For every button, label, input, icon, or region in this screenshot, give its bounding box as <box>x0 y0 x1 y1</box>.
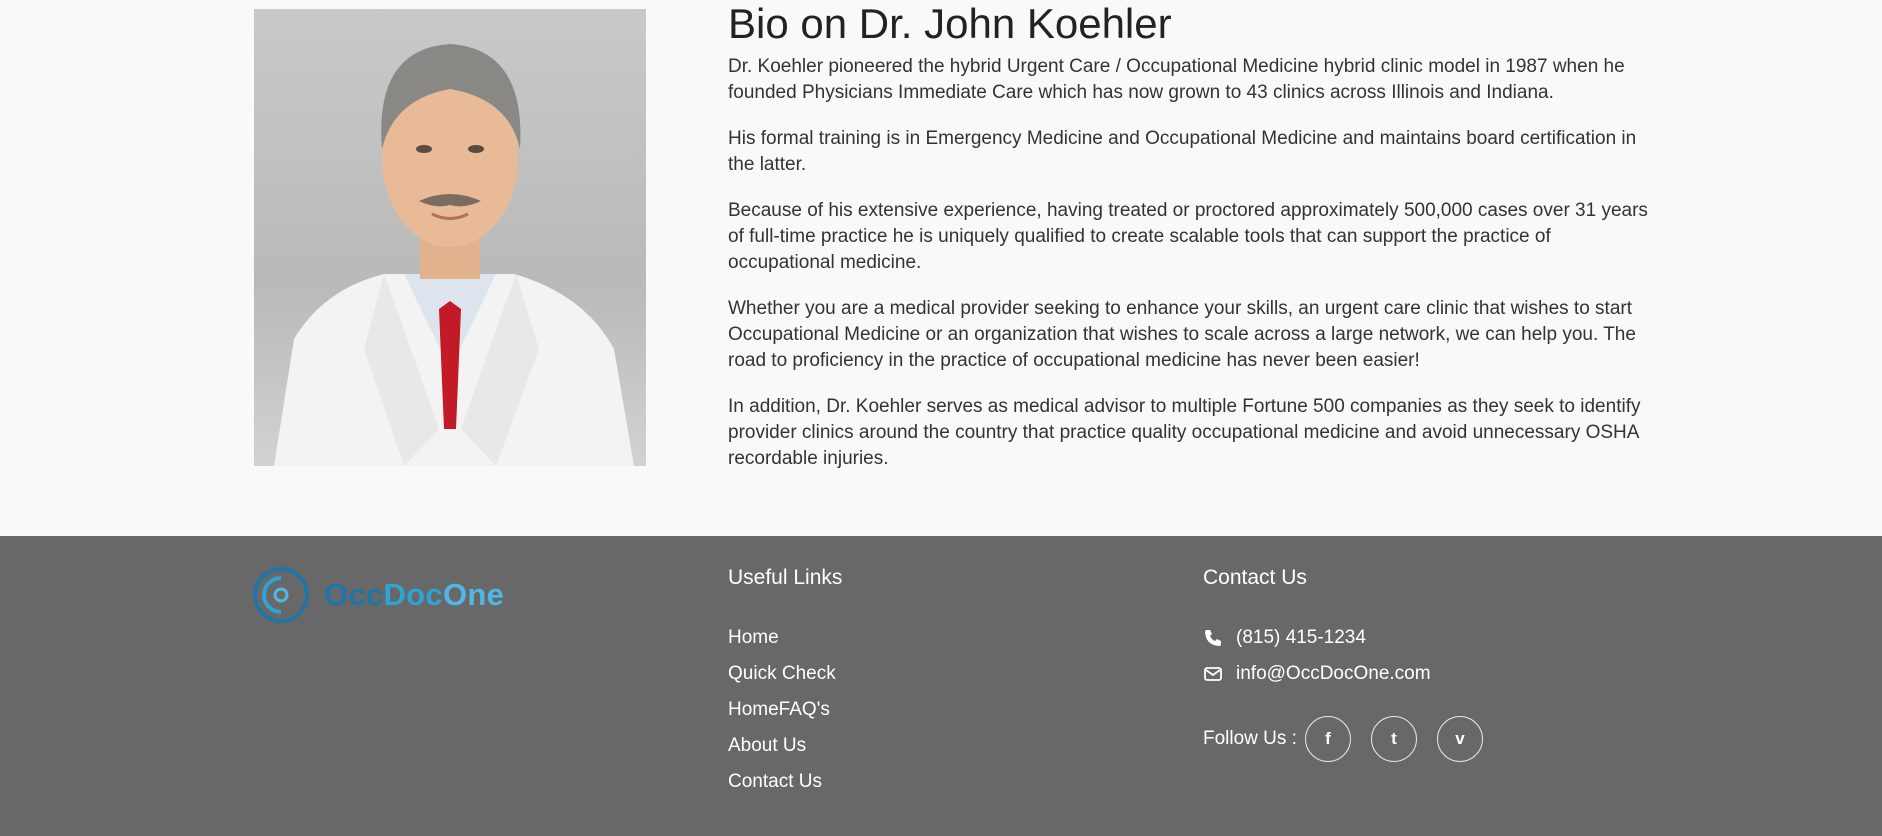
facebook-icon[interactable]: f <box>1304 716 1351 762</box>
vimeo-icon[interactable]: v <box>1436 716 1483 762</box>
bio-paragraph: Dr. Koehler pioneered the hybrid Urgent … <box>728 56 1625 103</box>
logo-text-one: One <box>442 577 505 612</box>
footer-link-quick-check[interactable]: Quick Check <box>728 656 836 692</box>
footer-link-homefaqs[interactable]: HomeFAQ's <box>728 692 836 728</box>
follow-label: Follow Us : <box>1203 728 1297 749</box>
footer-link-about-us[interactable]: About Us <box>728 728 836 764</box>
envelope-icon <box>1203 664 1223 684</box>
email-address: info@OccDocOne.com <box>1236 663 1431 684</box>
bio-section: Bio on Dr. John Koehler Dr. Koehler pion… <box>0 0 1882 536</box>
bio-paragraph: Whether you are a medical provider seeki… <box>728 298 1636 371</box>
social-follow: Follow Us : f t v <box>1203 716 1503 762</box>
logo-text: OccDocOne <box>324 577 504 613</box>
contact-phone[interactable]: (815) 415-1234 <box>1203 620 1503 656</box>
contact-block: (815) 415-1234 info@OccDocOne.com Follow… <box>1203 620 1503 762</box>
useful-links-list: Home Quick Check HomeFAQ's About Us Cont… <box>728 620 836 800</box>
footer-link-home[interactable]: Home <box>728 620 836 656</box>
useful-links-heading: Useful Links <box>728 566 843 589</box>
phone-number: (815) 415-1234 <box>1236 627 1366 648</box>
site-logo[interactable]: OccDocOne <box>252 566 504 624</box>
logo-text-occ: Occ <box>324 577 384 612</box>
logo-text-doc: Doc <box>383 577 443 612</box>
phone-icon <box>1203 628 1223 648</box>
bio-paragraph: Because of his extensive experience, hav… <box>728 200 1648 273</box>
footer-link-contact-us[interactable]: Contact Us <box>728 764 836 800</box>
bio-paragraph: In addition, Dr. Koehler serves as medic… <box>728 396 1641 469</box>
contact-heading: Contact Us <box>1203 566 1307 589</box>
page-title: Bio on Dr. John Koehler <box>728 0 1172 47</box>
bio-content: Bio on Dr. John Koehler Dr. Koehler pion… <box>728 0 1648 472</box>
contact-email[interactable]: info@OccDocOne.com <box>1203 656 1503 692</box>
doctor-photo <box>254 9 646 466</box>
logo-mark-icon <box>253 567 309 623</box>
twitter-icon[interactable]: t <box>1370 716 1417 762</box>
footer: OccDocOne Useful Links Home Quick Check … <box>0 536 1882 836</box>
bio-paragraph: His formal training is in Emergency Medi… <box>728 128 1637 175</box>
